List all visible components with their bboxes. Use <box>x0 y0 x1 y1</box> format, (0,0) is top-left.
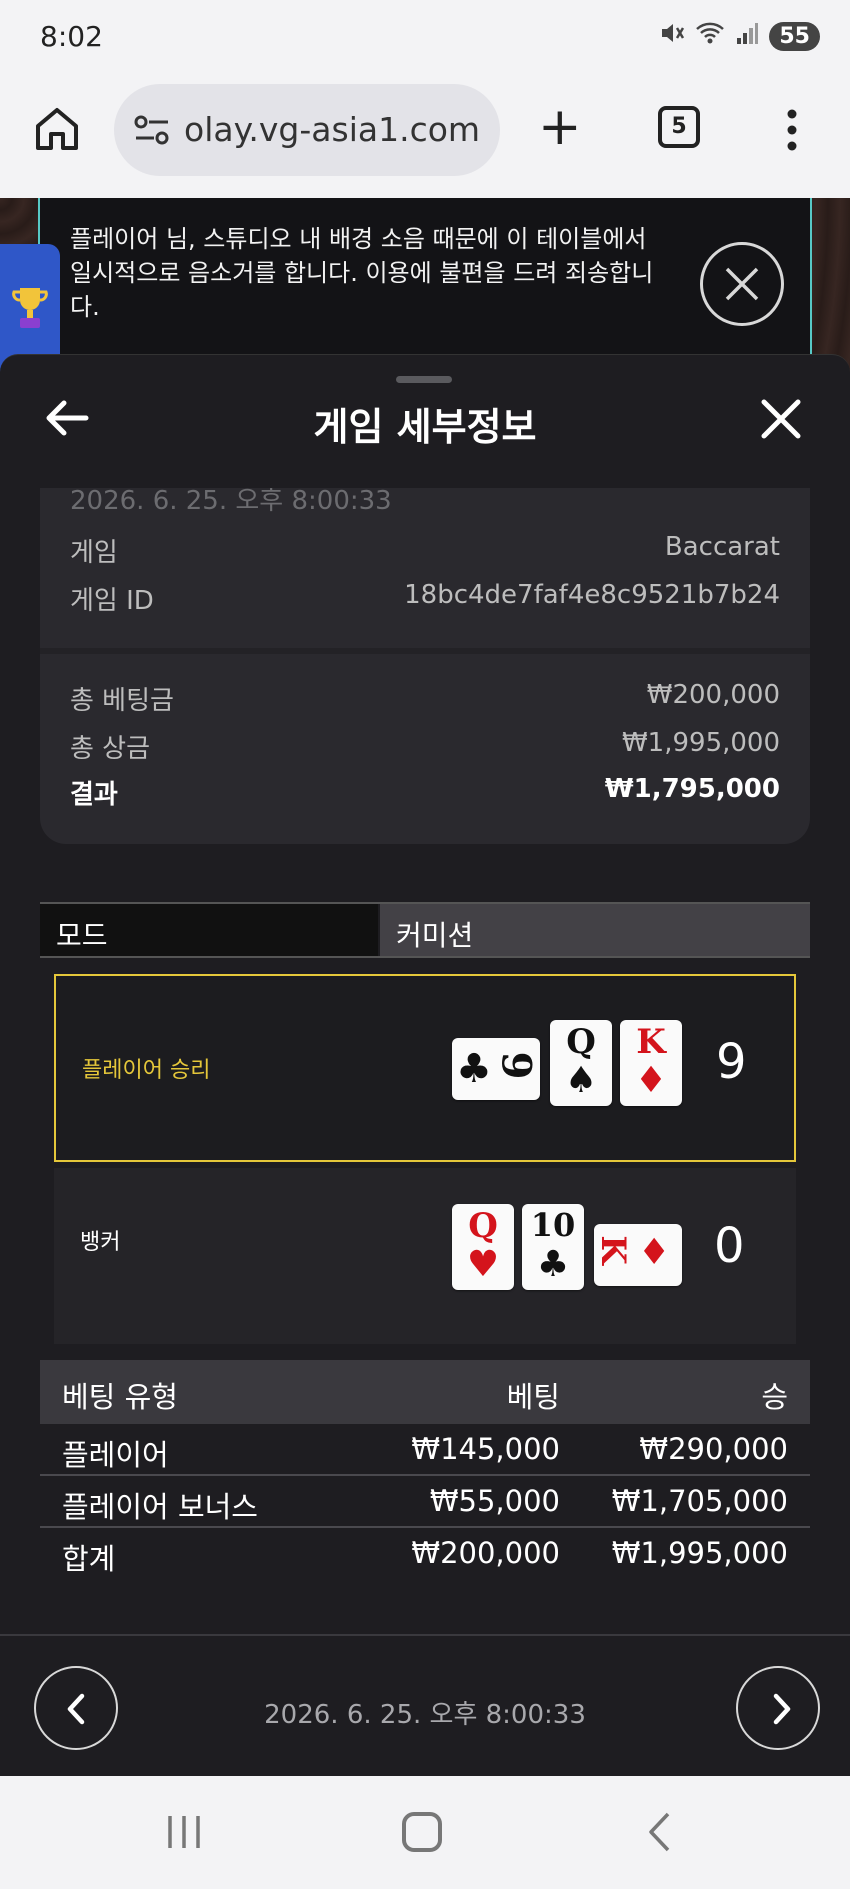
game-info-card: 2026. 6. 25. 오후 8:00:33 게임 Baccarat 게임 I… <box>40 488 810 844</box>
total-label: 합계 <box>62 1542 116 1576</box>
banker-hand: 뱅커 Q ♥ 10 ♣ K ♦ 0 <box>54 1168 796 1344</box>
player-hand: 플레이어 승리 ♣ 9 Q ♠ K ♦ 9 <box>54 974 796 1162</box>
mode-value-cell: 커미션 <box>380 904 810 956</box>
table-row: 플레이어 ₩145,000 ₩290,000 <box>40 1424 810 1476</box>
total-row: 합계 ₩200,000 ₩1,995,000 <box>40 1528 810 1580</box>
browser-toolbar: olay.vg-asia1.com + 5 <box>0 80 850 198</box>
game-value: Baccarat <box>664 532 780 562</box>
next-round-button[interactable] <box>736 1666 820 1750</box>
total-win-value: ₩1,995,000 <box>621 728 780 758</box>
player-score: 9 <box>716 1034 747 1090</box>
card-suit: ♠ <box>564 1060 598 1101</box>
result-value: ₩1,795,000 <box>604 774 780 804</box>
mode-label: 모드 <box>56 919 108 952</box>
game-row: 게임 Baccarat <box>70 532 780 569</box>
mode-row: 모드 커미션 <box>40 902 810 958</box>
tab-switcher-button[interactable]: 5 <box>658 106 700 148</box>
total-win-row: 총 상금 ₩1,995,000 <box>70 728 780 765</box>
home-nav-icon[interactable] <box>402 1812 442 1852</box>
card-rank: Q <box>468 1206 498 1246</box>
status-bar: 8:02 55 <box>0 0 850 80</box>
result-row: 결과 ₩1,795,000 <box>70 774 780 811</box>
trophy-tab[interactable] <box>0 244 60 372</box>
banker-score: 0 <box>714 1218 745 1274</box>
win-amount-header: 승 <box>761 1380 788 1414</box>
card-rank: 9 <box>492 1051 540 1080</box>
round-datetime: 2026. 6. 25. 오후 8:00:33 <box>264 1700 586 1730</box>
bet-amount: ₩145,000 <box>411 1432 560 1466</box>
bet-type-header: 베팅 유형 <box>62 1380 178 1414</box>
back-nav-icon[interactable] <box>648 1812 672 1852</box>
playing-card: 10 ♣ <box>522 1204 584 1290</box>
card-suit: ♣ <box>536 1244 570 1285</box>
banker-hand-label: 뱅커 <box>80 1230 121 1255</box>
battery-indicator: 55 <box>769 21 820 51</box>
mode-value: 커미션 <box>396 919 474 952</box>
web-page: 플레이어 님, 스튜디오 내 배경 소음 때문에 이 테이블에서 일시적으로 음… <box>0 198 850 1776</box>
mute-notice-banner: 플레이어 님, 스튜디오 내 배경 소음 때문에 이 테이블에서 일시적으로 음… <box>38 198 812 372</box>
card-rank: K <box>592 1235 633 1265</box>
card-suit: ♣ <box>456 1046 492 1092</box>
status-icons: 55 <box>659 20 820 52</box>
win-amount: ₩1,705,000 <box>611 1484 788 1518</box>
home-icon[interactable] <box>30 102 84 156</box>
playing-card: K ♦ <box>592 1224 682 1286</box>
card-rank: 10 <box>530 1206 576 1244</box>
total-bet-row: 총 베팅금 ₩200,000 <box>70 680 780 717</box>
url-text[interactable]: olay.vg-asia1.com <box>184 110 484 149</box>
game-datetime: 2026. 6. 25. 오후 8:00:33 <box>70 488 392 516</box>
round-navigation: 2026. 6. 25. 오후 8:00:33 <box>0 1634 850 1776</box>
divider <box>40 648 810 654</box>
address-bar[interactable]: olay.vg-asia1.com <box>114 84 500 176</box>
bet-table-header: 베팅 유형 베팅 승 <box>40 1360 810 1424</box>
card-suit: ♦ <box>638 1232 671 1273</box>
playing-card: Q ♠ <box>550 1020 612 1106</box>
playing-card: Q ♥ <box>452 1204 514 1290</box>
total-bet-value: ₩200,000 <box>646 680 780 710</box>
more-menu-icon[interactable] <box>784 108 800 152</box>
status-time: 8:02 <box>40 20 103 53</box>
game-id-value: 18bc4de7faf4e8c9521b7b24 <box>404 580 780 610</box>
player-hand-label: 플레이어 승리 <box>82 1058 211 1083</box>
notice-text: 플레이어 님, 스튜디오 내 배경 소음 때문에 이 테이블에서 일시적으로 음… <box>70 225 654 321</box>
sheet-drag-handle[interactable] <box>396 376 452 383</box>
playing-card: ♣ 9 <box>452 1038 540 1100</box>
wifi-icon <box>695 20 725 52</box>
game-id-label: 게임 ID <box>70 586 154 616</box>
recents-icon[interactable] <box>166 1814 202 1850</box>
total-bet-label: 총 베팅금 <box>70 686 174 716</box>
total-win: ₩1,995,000 <box>611 1536 788 1570</box>
close-icon[interactable] <box>760 398 802 440</box>
chevron-right-icon <box>766 1690 796 1732</box>
bet-type: 플레이어 보너스 <box>62 1490 258 1524</box>
trophy-icon <box>10 284 50 336</box>
table-row: 플레이어 보너스 ₩55,000 ₩1,705,000 <box>40 1476 810 1528</box>
card-suit: ♥ <box>466 1244 500 1285</box>
playing-card: K ♦ <box>620 1020 682 1106</box>
win-amount: ₩290,000 <box>639 1432 788 1466</box>
game-label: 게임 <box>70 538 118 568</box>
total-win-label: 총 상금 <box>70 734 151 764</box>
total-bet: ₩200,000 <box>411 1536 560 1570</box>
card-suit: ♦ <box>634 1060 668 1101</box>
site-settings-icon[interactable] <box>134 114 170 146</box>
signal-icon <box>735 20 759 52</box>
notice-close-button[interactable] <box>700 242 784 326</box>
sheet-title: 게임 세부정보 <box>313 405 537 449</box>
system-navigation-bar <box>0 1776 850 1889</box>
bet-amount-header: 베팅 <box>506 1380 560 1414</box>
mute-icon <box>659 20 685 52</box>
new-tab-button[interactable]: + <box>538 101 582 153</box>
mode-label-cell: 모드 <box>40 904 378 956</box>
result-label: 결과 <box>70 780 118 810</box>
game-id-row: 게임 ID 18bc4de7faf4e8c9521b7b24 <box>70 580 780 617</box>
bet-amount: ₩55,000 <box>429 1484 560 1518</box>
card-rank: Q <box>566 1022 596 1062</box>
bet-type: 플레이어 <box>62 1438 169 1472</box>
card-rank: K <box>636 1022 666 1062</box>
